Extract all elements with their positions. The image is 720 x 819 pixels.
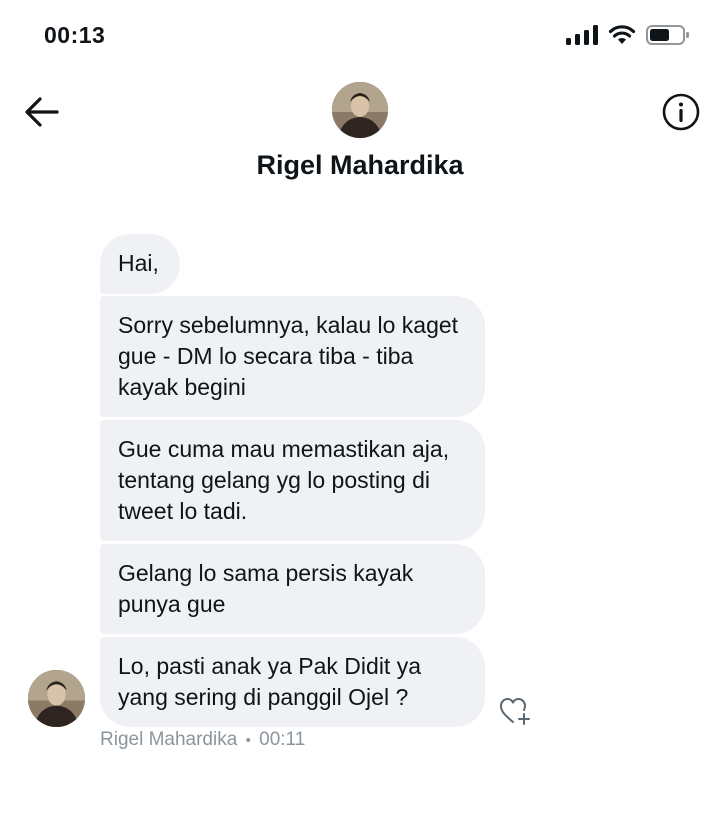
- meta-separator: •: [245, 731, 251, 749]
- status-icons: [566, 24, 690, 46]
- status-time: 00:13: [44, 22, 106, 48]
- message-bubble[interactable]: Gue cuma mau memastikan aja, tentang gel…: [100, 420, 485, 541]
- message-text: Gelang lo sama persis kayak punya gue: [118, 560, 414, 617]
- signal-icon: [566, 25, 598, 45]
- message-text: Sorry sebelumnya, kalau lo kaget gue - D…: [118, 312, 459, 400]
- message-text: Gue cuma mau memastikan aja, tentang gel…: [118, 436, 450, 524]
- message-bubble[interactable]: Sorry sebelumnya, kalau lo kaget gue - D…: [100, 296, 485, 417]
- message-meta: Rigel Mahardika • 00:11: [100, 729, 305, 751]
- heart-plus-icon: [500, 698, 530, 725]
- profile-photo: [28, 670, 85, 727]
- wifi-icon: [608, 25, 636, 44]
- profile-photo: [332, 82, 388, 138]
- header-avatar[interactable]: [332, 82, 388, 138]
- message-time: 00:11: [259, 729, 306, 750]
- message-text: Hai,: [118, 250, 159, 276]
- battery-icon: [646, 25, 689, 45]
- message-text: Lo, pasti anak ya Pak Didit ya yang seri…: [118, 653, 421, 710]
- info-icon: [662, 93, 700, 131]
- sender-name: Rigel Mahardika: [100, 729, 238, 750]
- back-button[interactable]: [22, 92, 62, 132]
- message-bubble[interactable]: Hai,: [100, 234, 180, 294]
- add-reaction-button[interactable]: [498, 695, 532, 727]
- message-bubble[interactable]: Gelang lo sama persis kayak punya gue: [100, 544, 485, 634]
- message-bubble[interactable]: Lo, pasti anak ya Pak Didit ya yang seri…: [100, 637, 485, 727]
- arrow-left-icon: [25, 97, 59, 127]
- conversation-title: Rigel Mahardika: [256, 150, 464, 180]
- sender-avatar[interactable]: [28, 670, 85, 727]
- info-button[interactable]: [662, 93, 700, 131]
